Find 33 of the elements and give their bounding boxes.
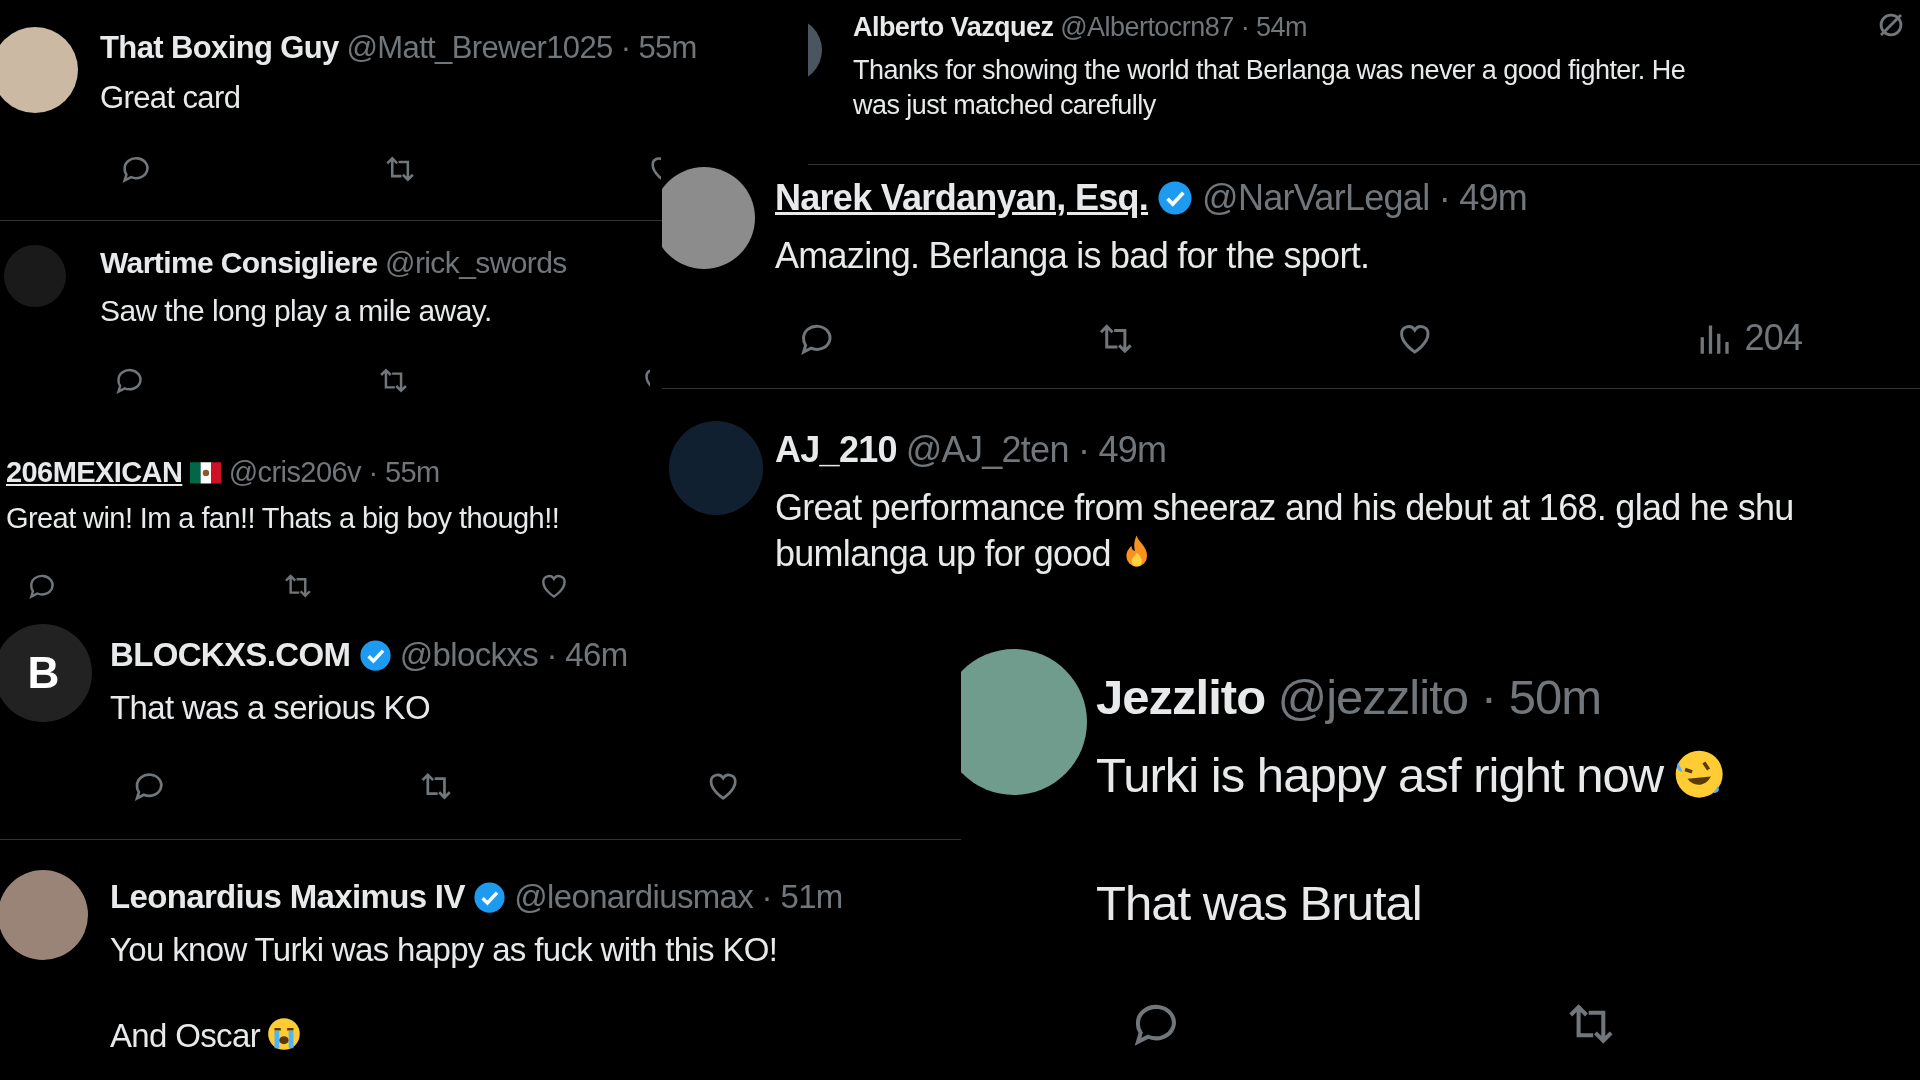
handle-and-time: @blockxs · 46m (399, 635, 628, 675)
user-name[interactable]: Leonardius Maximus IV (110, 876, 465, 919)
user-name[interactable]: That Boxing Guy (100, 28, 339, 69)
handle-and-time: @NarVarLegal · 49m (1202, 176, 1528, 220)
tweet-text: Great win! Im a fan!! Thats a big boy though!! (6, 502, 560, 535)
user-name[interactable]: Jezzlito (1096, 666, 1266, 730)
user-name[interactable]: BLOCKXS.COM (110, 634, 351, 677)
handle-and-time: @AJ_2ten · 49m (905, 428, 1167, 472)
tweet-text: And Oscar (110, 1016, 260, 1054)
user-name[interactable]: Wartime Consigliere (100, 243, 378, 282)
tweet-text: Great performance from sheeraz and his debut at 168. glad he shu (775, 486, 1794, 528)
handle-and-time: @cris206v · 55m (228, 455, 440, 490)
tweet-text: You know Turki was happy as fuck with this KO! (110, 930, 778, 968)
user-name[interactable]: Narek Vardanyan, Esq. (775, 175, 1149, 222)
tweet-text: Saw the long play a mile away. (100, 294, 492, 327)
handle-and-time: @Matt_Brewer1025 · 55m (346, 29, 697, 67)
tweet-text: Thanks for showing the world that Berlanga was never a good fighter. He (853, 55, 1686, 86)
tweet-text: bumlanga up for good (775, 533, 1111, 575)
letter-logo-avatar[interactable]: B (0, 624, 92, 722)
user-name[interactable]: Alberto Vazquez (853, 10, 1054, 46)
handle-and-time: @leonardiusmax · 51m (514, 877, 843, 917)
user-name[interactable]: AJ_210 (775, 427, 897, 474)
tweet-text: Amazing. Berlanga is bad for the sport. (775, 234, 1370, 276)
view-count: 204 (1744, 317, 1803, 360)
handle-and-time: @rick_swords (385, 245, 567, 281)
tweet-text: was just matched carefully (853, 90, 1156, 121)
user-name[interactable]: 206MEXICAN (6, 454, 183, 492)
tweet-text: Turki is happy asf right now (1096, 748, 1664, 803)
handle-and-time: @jezzlito · 50m (1277, 669, 1602, 726)
handle-and-time: @Albertocrn87 · 54m (1060, 11, 1307, 44)
tweet-text: That was a serious KO (110, 688, 430, 726)
tweet-text: Great card (100, 79, 241, 115)
tweet-text: That was Brutal (1096, 875, 1422, 930)
